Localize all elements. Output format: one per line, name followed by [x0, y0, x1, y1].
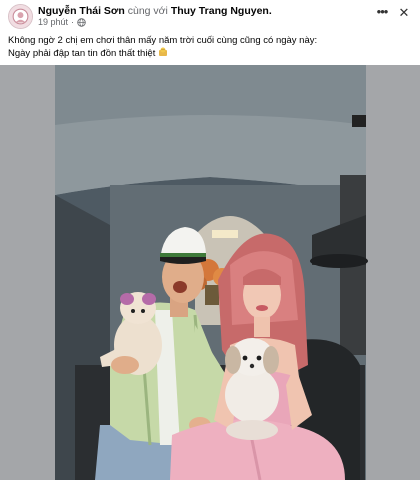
smiling-face-emoji-icon	[159, 47, 167, 56]
meta-separator: ·	[71, 17, 75, 27]
post-time[interactable]: 19 phút	[38, 17, 68, 27]
tagged-name[interactable]: Thuy Trang Nguyen.	[171, 5, 272, 17]
caption-line-1: Không ngờ 2 chị em chơi thân mấy năm trờ…	[8, 35, 318, 46]
with-text: cùng với	[127, 5, 168, 17]
more-options-icon[interactable]: •••	[374, 5, 390, 21]
post-header: Nguyễn Thái Sơn cùng với Thuy Trang Nguy…	[0, 0, 420, 30]
author-name[interactable]: Nguyễn Thái Sơn	[38, 5, 125, 17]
post-photo[interactable]	[0, 65, 420, 480]
post-meta: 19 phút ·	[38, 17, 86, 27]
post-caption: Không ngờ 2 chị em chơi thân mấy năm trờ…	[8, 34, 412, 60]
globe-icon	[77, 17, 86, 27]
author-avatar[interactable]	[8, 4, 33, 29]
caption-line-2: Ngày phải đập tan tin đồn thất thiệt	[8, 48, 156, 59]
author-line: Nguyễn Thái Sơn cùng với Thuy Trang Nguy…	[38, 5, 272, 17]
caption-line-2-wrap: Ngày phải đập tan tin đồn thất thiệt	[8, 47, 412, 60]
close-icon[interactable]: ✕	[396, 5, 412, 21]
